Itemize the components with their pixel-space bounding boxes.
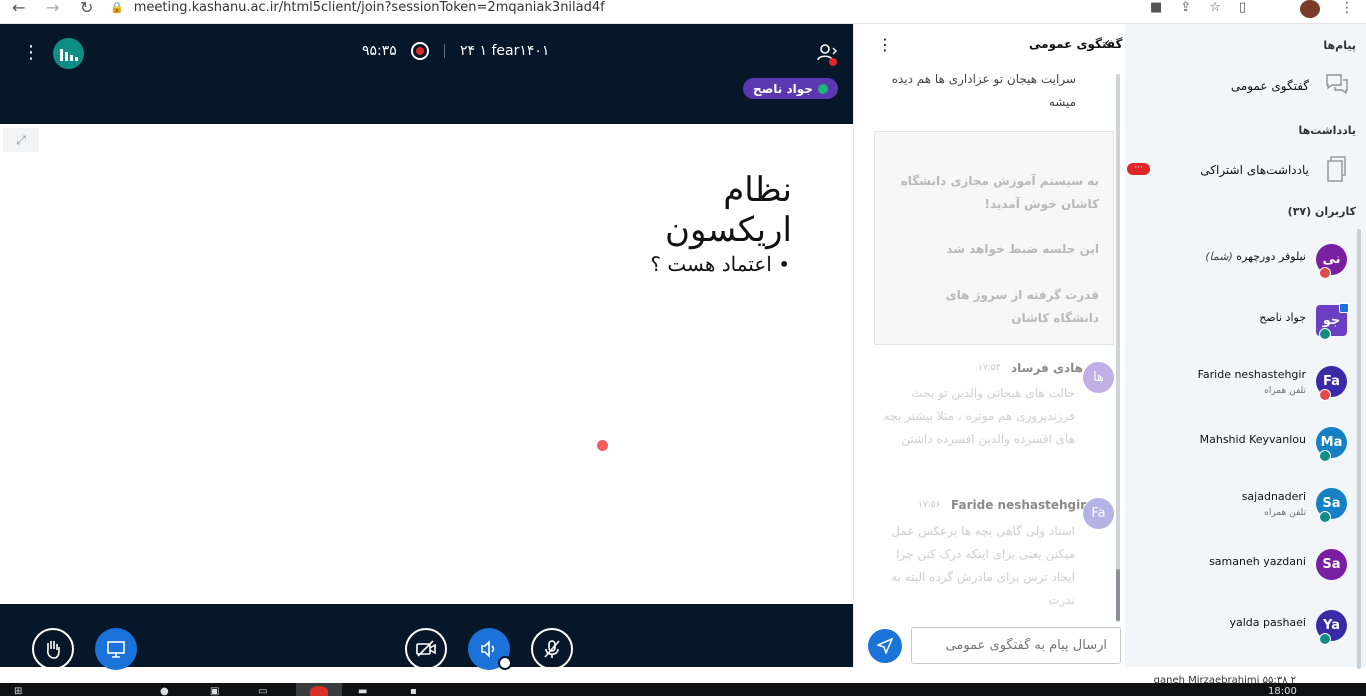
options-menu-icon[interactable]: ⋮ (22, 44, 40, 64)
browser-toolbar: ← → ↻ 🔒 meeting.kashanu.ac.ir/html5clien… (0, 0, 1366, 24)
connection-status-button[interactable] (53, 38, 84, 69)
user-list-item[interactable]: نی نیلوفر دورچهره (شما) (1125, 238, 1366, 290)
address-bar[interactable]: 🔒 meeting.kashanu.ac.ir/html5client/join… (110, 0, 1150, 19)
welcome-line: قدرت گرفته از سروژ های دانشگاه کاشان (945, 288, 1099, 325)
chat-title: گفتگوی عمومی (1029, 37, 1123, 51)
reload-icon[interactable]: ↻ (80, 0, 93, 20)
user-device: تلفن همراه (1264, 386, 1306, 396)
presentation-button[interactable] (95, 628, 137, 670)
forward-icon[interactable]: → (46, 0, 59, 20)
taskbar-app-icon[interactable]: ▪ (410, 686, 417, 696)
welcome-line: به سیستم آموزش مجازی دانشگاه کاشان خوش آ… (900, 174, 1099, 211)
clock: 18:00 (1268, 686, 1297, 696)
users-heading: کاربران (۳۷) (1287, 205, 1356, 218)
presenter-pointer (597, 440, 608, 451)
meeting-app: ← → ↻ 🔒 meeting.kashanu.ac.ir/html5clien… (0, 0, 1366, 696)
user-avatar: Sa (1316, 549, 1347, 580)
recording-timer: ۹۵:۳۵ (362, 43, 397, 59)
browser-menu-icon[interactable]: ⋮ (1340, 0, 1354, 16)
slide-bullet: • اعتماد هست ؟ (650, 252, 790, 276)
chat-message-author: Faride neshastehgir (951, 498, 1087, 512)
chat-options-icon[interactable]: ⋮ (877, 35, 893, 54)
user-name: samaneh yazdani (1209, 555, 1306, 568)
chat-message-text: حالت های هیجانی والدین تو بحث فرزندپروری… (883, 386, 1075, 446)
chat-bubbles-icon[interactable] (1324, 71, 1350, 97)
taskbar-app-icon[interactable]: ▭ (258, 686, 267, 696)
taskbar-app-icon[interactable]: ▣ (210, 686, 219, 696)
header-divider (444, 44, 445, 58)
active-mic-icon (1319, 328, 1331, 340)
user-name: Faride neshastehgir (1197, 368, 1306, 381)
raise-hand-button[interactable] (32, 628, 74, 670)
chat-message-text: سرایت هیجان تو عزاداری ها هم دیده میشه (891, 72, 1076, 109)
meeting-header: ⋮ ۹۵:۳۵ ۲۴ ۱ fear۱۴۰۱ جواد ناصح (0, 24, 853, 124)
user-name: جواد ناصح (1259, 311, 1306, 324)
chat-message-time: ۱۷:۵۶ (918, 500, 941, 510)
welcome-message: به سیستم آموزش مجازی دانشگاه کاشان خوش آ… (874, 131, 1114, 345)
chat-message-time: ۱۷:۵۳ (978, 363, 1001, 373)
recording-indicator-icon[interactable] (411, 42, 429, 60)
back-icon[interactable]: ← (12, 0, 25, 20)
lock-icon: 🔒 (110, 1, 124, 14)
messages-heading: پیام‌ها (1323, 39, 1356, 52)
star-icon[interactable]: ☆ (1209, 0, 1221, 20)
muted-mic-icon (1319, 389, 1331, 401)
muted-mic-icon (1319, 267, 1331, 279)
public-chat-item[interactable]: گفتگوی عمومی (1231, 79, 1309, 93)
headset-icon (1319, 633, 1331, 645)
user-list-item[interactable]: Sa samaneh yazdani (1125, 543, 1366, 595)
meeting-date: ۲۴ ۱ fear۱۴۰۱ (460, 43, 550, 59)
user-list-item[interactable]: Ya yalda pashaei (1125, 604, 1366, 656)
os-taskbar: ⊞ ● ▣ ▭ ▬ ▪ 18:00 (0, 683, 1366, 696)
chrome-taskbar-icon[interactable] (296, 683, 342, 696)
welcome-line: این جلسه ضبط خواهد شد (946, 242, 1099, 256)
share-icon[interactable]: ⇪ (1180, 0, 1191, 20)
user-list-item[interactable]: Ma Mahshid Keyvanlou (1125, 421, 1366, 473)
chat-message-author: هادی فرساد (1011, 361, 1083, 375)
document-icon[interactable] (1324, 155, 1350, 182)
user-name: yalda pashaei (1229, 616, 1306, 629)
chat-scrollbar-thumb[interactable] (1116, 569, 1120, 621)
sidepanel-icon[interactable]: ▯ (1239, 0, 1246, 20)
mute-button[interactable] (531, 628, 573, 670)
user-list-item[interactable]: Fa Faride neshastehgir تلفن همراه (1125, 360, 1366, 412)
audio-settings-badge[interactable] (498, 656, 512, 670)
shared-notes-item[interactable]: یادداشت‌های اشتراکی (1200, 163, 1309, 177)
chat-message-avatar: ها (1083, 362, 1114, 393)
user-list-toggle-icon[interactable] (815, 42, 837, 66)
notes-heading: یادداشت‌ها (1298, 124, 1356, 137)
send-message-button[interactable] (868, 629, 902, 663)
user-name: Mahshid Keyvanlou (1199, 433, 1306, 446)
camera-icon[interactable]: ■ (1150, 0, 1162, 20)
chat-message-input[interactable] (911, 627, 1121, 664)
chat-message-text: استاد ولی گاهی بچه ها برعکس عمل میکنن یع… (891, 524, 1075, 607)
user-list-scrollbar[interactable] (1357, 229, 1361, 669)
chat-scrollbar[interactable] (1116, 74, 1120, 622)
user-list-panel: پیام‌ها گفتگوی عمومی یادداشت‌ها یادداشت‌… (1125, 24, 1366, 686)
user-name: sajadnaderi (1241, 490, 1306, 503)
presenter-icon (1339, 303, 1349, 313)
chat-message-avatar: Fa (1083, 498, 1114, 529)
folder-icon[interactable]: ▬ (358, 686, 367, 696)
url-text: meeting.kashanu.ac.ir/html5client/join?s… (133, 0, 605, 15)
notification-dot (829, 58, 837, 66)
talking-indicator: جواد ناصح (743, 78, 838, 99)
user-list-item[interactable]: جو جواد ناصح (1125, 299, 1366, 351)
microphone-icon (817, 83, 828, 94)
fullscreen-icon[interactable]: ⤢ (3, 128, 39, 152)
notes-unread-badge: ··· (1127, 163, 1150, 175)
presentation-area: ⋮ ۹۵:۳۵ ۲۴ ۱ fear۱۴۰۱ جواد ناصح ⤢ نظام ا… (0, 24, 853, 667)
start-icon[interactable]: ⊞ (14, 686, 22, 696)
user-name: نیلوفر دورچهره (شما) (1205, 250, 1306, 263)
camera-off-button[interactable] (405, 628, 447, 670)
talking-user-name: جواد ناصح (753, 81, 813, 96)
user-device: تلفن همراه (1264, 508, 1306, 518)
headset-icon (1319, 450, 1331, 462)
profile-avatar[interactable] (1300, 0, 1320, 18)
taskbar-app-icon[interactable]: ● (160, 686, 169, 696)
headset-icon (1319, 511, 1331, 523)
user-list-item[interactable]: Sa sajadnaderi تلفن همراه (1125, 482, 1366, 534)
slide-title: نظام اریکسون (665, 170, 792, 250)
chat-panel: ‹ گفتگوی عمومی ⋮ سرایت هیجان تو عزاداری … (853, 24, 1125, 667)
